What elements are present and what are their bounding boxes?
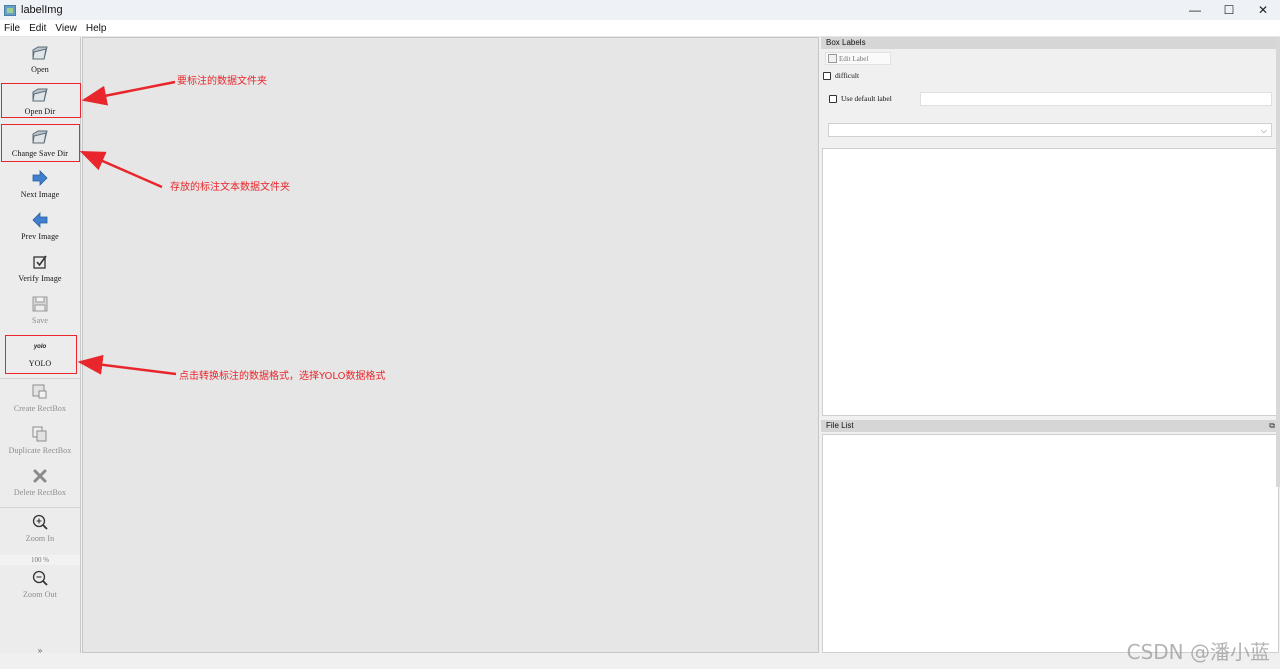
window-controls: — ☐ ✕ xyxy=(1178,0,1280,20)
note-save-dir: 存放的标注文本数据文件夹 xyxy=(170,182,290,193)
zoom-in-icon xyxy=(30,512,50,532)
file-list[interactable] xyxy=(822,434,1279,653)
use-default-label-checkbox[interactable] xyxy=(829,94,837,103)
prev-image-label: Prev Image xyxy=(21,232,59,241)
menu-help[interactable]: Help xyxy=(82,23,112,34)
status-bar xyxy=(0,653,1280,669)
annotation-box-yolo xyxy=(5,335,77,374)
file-list-dock: File List ⧉ xyxy=(821,420,1280,654)
verify-image-label: Verify Image xyxy=(18,274,62,283)
zoom-out-label: Zoom Out xyxy=(23,590,57,599)
create-rectbox-icon xyxy=(30,382,50,402)
zoom-in-label: Zoom In xyxy=(25,534,55,543)
delete-x-icon xyxy=(30,466,50,486)
annotation-box-open-dir xyxy=(1,83,81,118)
box-labels-dock: Box Labels Edit Label difficult Use defa… xyxy=(821,37,1280,418)
toolbar-separator xyxy=(0,507,80,508)
file-list-title-text: File List xyxy=(826,421,854,430)
save-label: Save xyxy=(32,316,48,325)
duplicate-rectbox-label: Duplicate RectBox xyxy=(8,446,72,455)
float-dock-icon[interactable]: ⧉ xyxy=(1269,420,1275,432)
difficult-label: difficult xyxy=(835,71,860,80)
labelimg-app-icon xyxy=(4,4,16,16)
zoom-in-button[interactable]: Zoom In xyxy=(0,512,80,543)
verify-image-button[interactable]: Verify Image xyxy=(0,252,80,283)
edit-pencil-icon xyxy=(828,54,837,63)
label-list[interactable] xyxy=(822,148,1279,416)
open-label: Open xyxy=(31,65,49,74)
image-canvas[interactable] xyxy=(82,37,819,653)
difficult-checkbox-row[interactable]: difficult xyxy=(823,71,859,80)
minimize-button[interactable]: — xyxy=(1178,0,1212,20)
floppy-disk-icon xyxy=(30,294,50,314)
zoom-out-button[interactable]: Zoom Out xyxy=(0,568,80,599)
delete-rectbox-label: Delete RectBox xyxy=(13,488,67,497)
arrow-right-icon xyxy=(30,168,50,188)
checkbox-checked-icon xyxy=(30,252,50,272)
delete-rectbox-button[interactable]: Delete RectBox xyxy=(0,466,80,497)
toolbar-separator xyxy=(0,378,80,379)
menu-bar: File Edit View Help xyxy=(0,20,1280,37)
close-button[interactable]: ✕ xyxy=(1246,0,1280,20)
default-label-input[interactable] xyxy=(920,92,1272,106)
file-list-title: File List ⧉ xyxy=(821,420,1280,432)
menu-file[interactable]: File xyxy=(0,23,25,34)
next-image-button[interactable]: Next Image xyxy=(0,168,80,199)
create-rectbox-button[interactable]: Create RectBox xyxy=(0,382,80,413)
annotation-box-change-save-dir xyxy=(1,124,80,162)
right-scrollbar[interactable] xyxy=(1276,37,1280,487)
zoom-value-spinbox[interactable]: 100 % xyxy=(0,555,80,565)
label-filter-combobox[interactable]: ⌵ xyxy=(828,123,1272,137)
use-default-label-row[interactable]: Use default label xyxy=(829,94,892,103)
save-button[interactable]: Save xyxy=(0,294,80,325)
menu-view[interactable]: View xyxy=(51,23,82,34)
zoom-out-icon xyxy=(30,568,50,588)
maximize-button[interactable]: ☐ xyxy=(1212,0,1246,20)
use-default-label-text: Use default label xyxy=(841,94,892,103)
box-labels-title: Box Labels xyxy=(821,37,1280,49)
edit-label-text: Edit Label xyxy=(839,54,869,63)
csdn-watermark: CSDN @潘小蓝 xyxy=(1126,640,1270,664)
folder-icon xyxy=(30,43,50,63)
menu-edit[interactable]: Edit xyxy=(25,23,51,34)
difficult-checkbox[interactable] xyxy=(823,71,831,80)
edit-label-button[interactable]: Edit Label xyxy=(825,52,891,65)
arrow-left-icon xyxy=(30,210,50,230)
next-image-label: Next Image xyxy=(20,190,60,199)
duplicate-rectbox-button[interactable]: Duplicate RectBox xyxy=(0,424,80,455)
create-rectbox-label: Create RectBox xyxy=(13,404,67,413)
note-format: 点击转换标注的数据格式，选择YOLO数据格式 xyxy=(179,371,386,382)
note-open-dir: 要标注的数据文件夹 xyxy=(177,76,267,87)
window-title: labelImg xyxy=(21,4,63,16)
title-bar: labelImg — ☐ ✕ xyxy=(0,0,1280,20)
chevron-down-icon: ⌵ xyxy=(1260,126,1267,135)
prev-image-button[interactable]: Prev Image xyxy=(0,210,80,241)
copy-icon xyxy=(30,424,50,444)
open-button[interactable]: Open xyxy=(0,43,80,74)
